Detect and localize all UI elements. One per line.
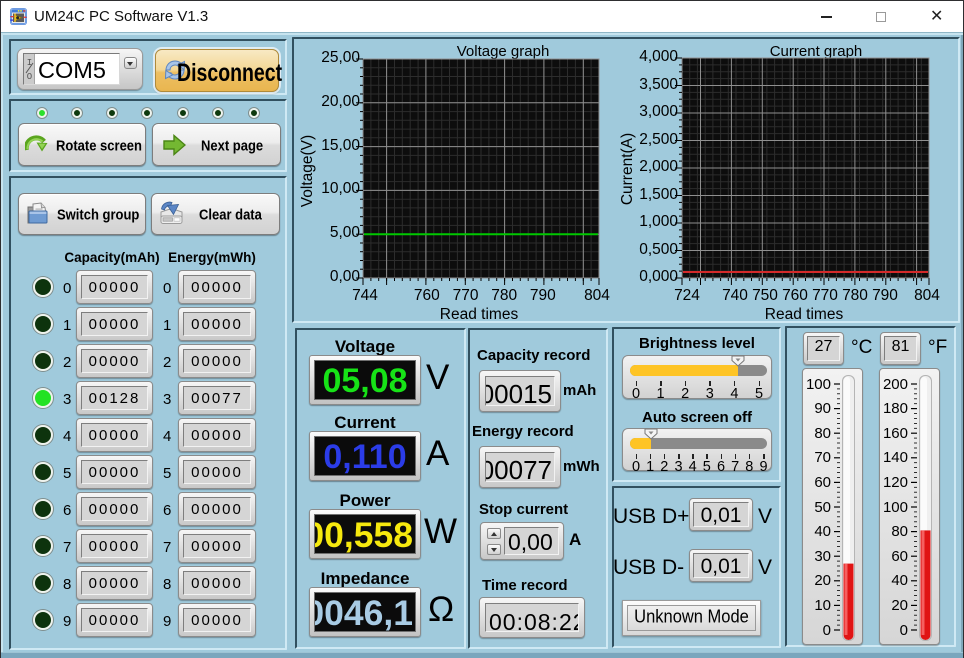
svg-text:O: O: [27, 72, 32, 82]
svg-text:I: I: [27, 58, 32, 68]
